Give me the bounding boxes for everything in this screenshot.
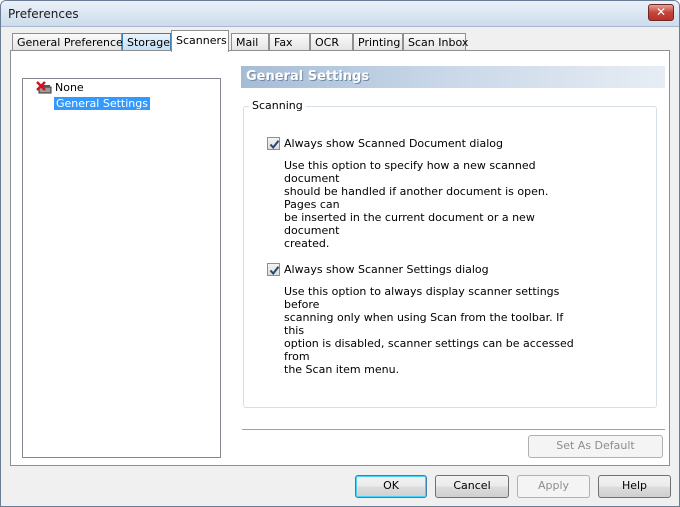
scanner-settings-label[interactable]: Always show Scanner Settings dialog — [284, 263, 489, 276]
scanner-none-icon — [36, 81, 52, 94]
tab-mail[interactable]: Mail — [231, 33, 269, 51]
tree-item-none[interactable]: None — [55, 81, 84, 94]
scanner-settings-checkbox[interactable] — [267, 263, 280, 276]
tree-item-general-settings[interactable]: General Settings — [54, 97, 150, 110]
close-button[interactable]: ✕ — [648, 4, 674, 21]
ok-button[interactable]: OK — [355, 475, 427, 498]
tab-general-preferences[interactable]: General Preferences — [12, 33, 129, 51]
scanned-document-checkbox[interactable] — [267, 137, 280, 150]
title-bar[interactable]: Preferences ✕ — [1, 1, 679, 27]
tab-ocr[interactable]: OCR — [310, 33, 353, 51]
section-header: General Settings — [241, 66, 665, 88]
scanned-document-label[interactable]: Always show Scanned Document dialog — [284, 137, 503, 150]
section-title: General Settings — [246, 69, 370, 84]
tab-storage[interactable]: Storage — [122, 33, 171, 51]
tab-scanners[interactable]: Scanners — [171, 30, 229, 52]
set-as-default-button[interactable]: Set As Default — [528, 435, 663, 458]
apply-button[interactable]: Apply — [517, 475, 590, 498]
checkmark-icon — [269, 266, 280, 276]
scanners-tab-panel: None General Settings General Settings S… — [10, 50, 670, 466]
scanner-settings-description: Use this option to always display scanne… — [284, 285, 574, 376]
preferences-window: Preferences ✕ General Preferences Storag… — [0, 0, 680, 507]
cancel-button[interactable]: Cancel — [435, 475, 509, 498]
help-button[interactable]: Help — [598, 475, 671, 498]
scanner-tree[interactable]: None General Settings — [22, 78, 221, 458]
scanned-document-description: Use this option to specify how a new sca… — [284, 159, 549, 250]
tab-scan-inbox[interactable]: Scan Inbox — [403, 33, 468, 51]
tab-fax[interactable]: Fax — [269, 33, 310, 51]
checkmark-icon — [269, 140, 280, 150]
window-title: Preferences — [8, 7, 79, 21]
tab-printing[interactable]: Printing — [353, 33, 403, 51]
separator — [242, 429, 665, 431]
scanning-group: Scanning Always show Scanned Document di… — [243, 99, 657, 408]
group-label: Scanning — [249, 99, 306, 112]
